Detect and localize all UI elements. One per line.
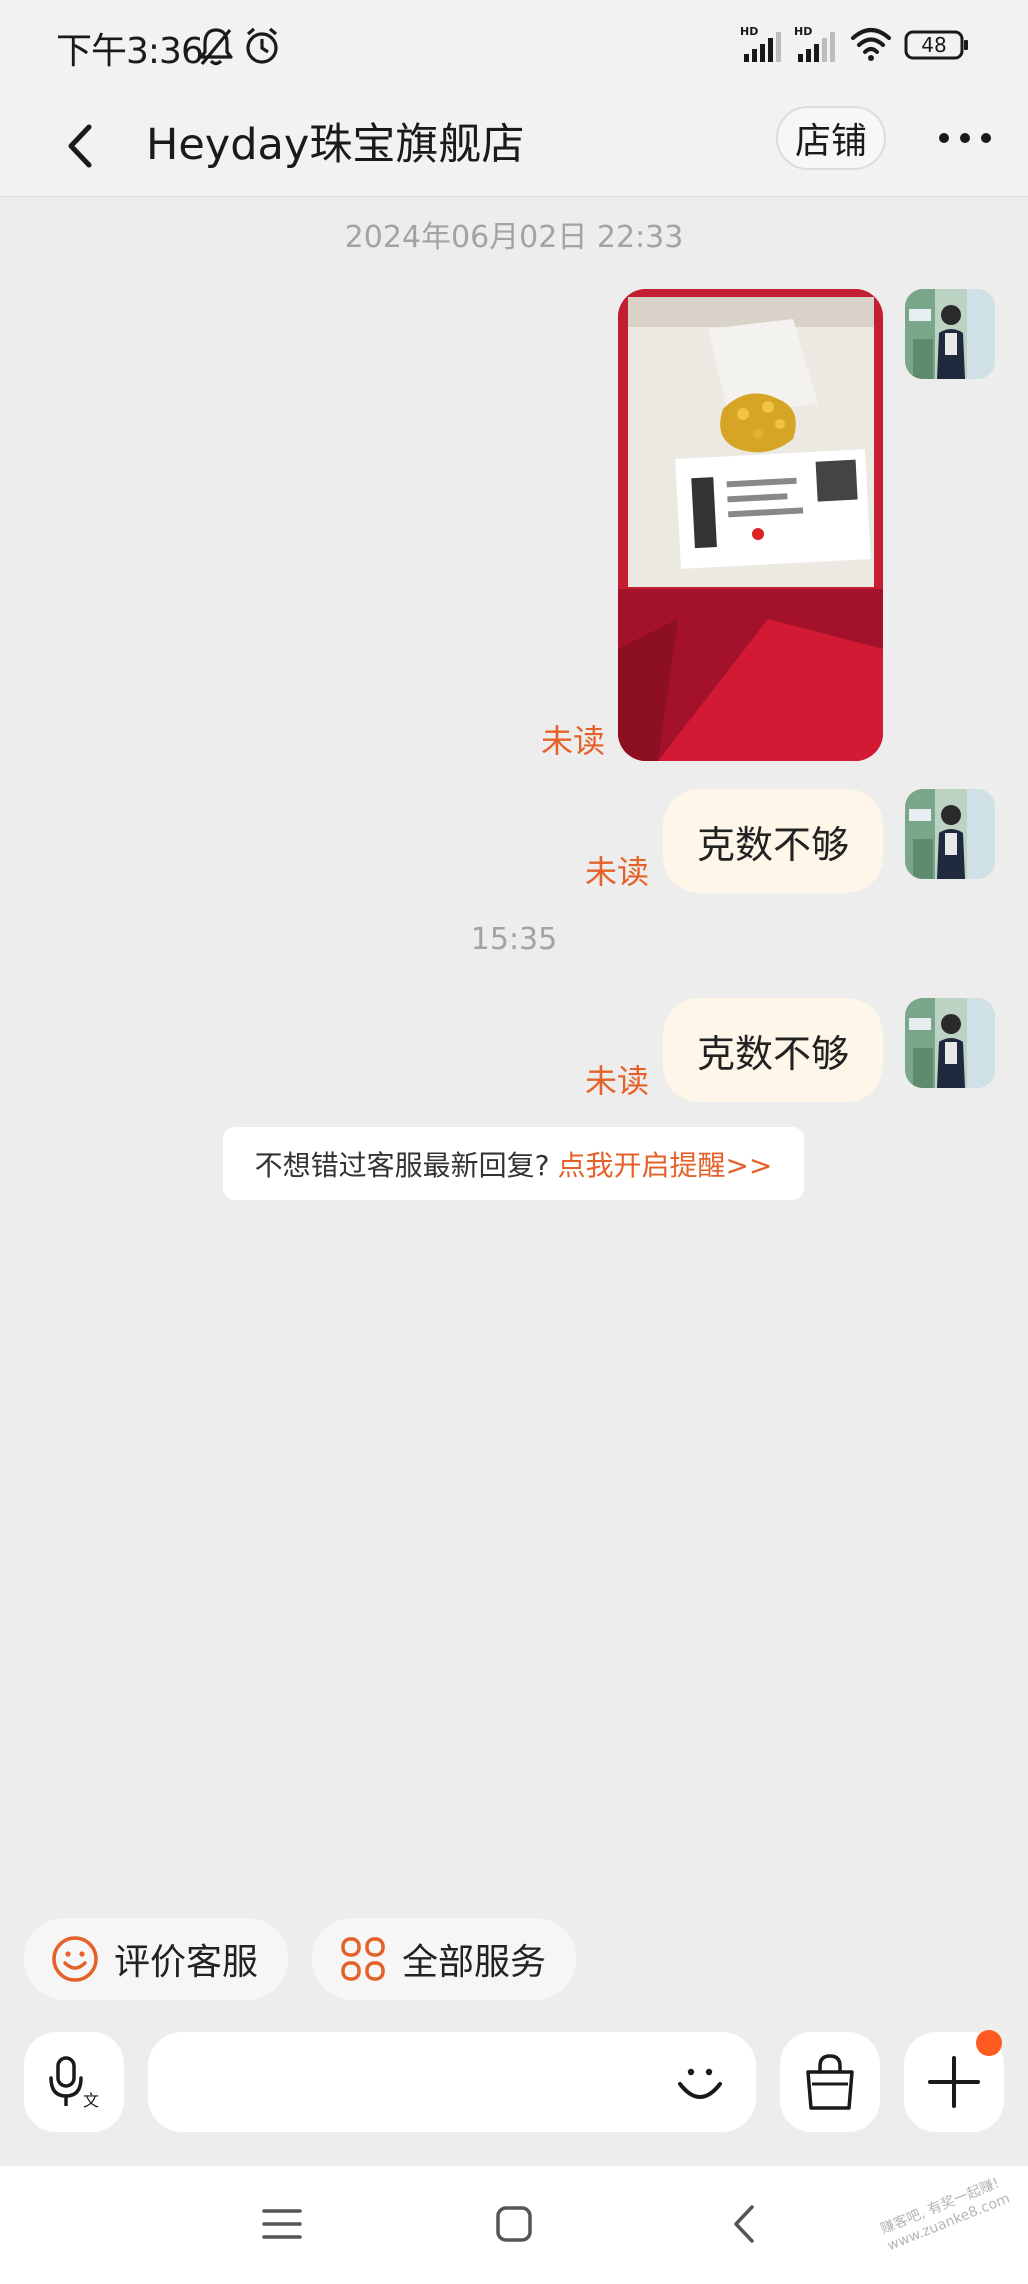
recent-apps-button[interactable] xyxy=(252,2194,312,2254)
notification-dot xyxy=(976,2030,1002,2056)
all-services-label: 全部服务 xyxy=(402,1942,547,1983)
emoji-button[interactable] xyxy=(668,2050,732,2114)
message-input[interactable] xyxy=(172,2052,652,2112)
svg-text:HD: HD xyxy=(794,25,812,38)
reminder-tip-text: 不想错过客服最新回复? xyxy=(254,1148,550,1182)
bell-off-icon xyxy=(196,24,236,72)
nav-bar: Heyday珠宝旗舰店 店铺 xyxy=(0,95,1028,197)
avatar[interactable] xyxy=(905,289,995,379)
emoji-icon xyxy=(678,2068,722,2099)
menu-icon xyxy=(262,2209,302,2239)
rate-service-label: 评价客服 xyxy=(114,1942,259,1983)
all-services-button[interactable]: 全部服务 xyxy=(312,1918,576,2000)
reminder-tip: 不想错过客服最新回复? 点我开启提醒>> xyxy=(223,1127,804,1200)
shop-button[interactable]: 店铺 xyxy=(776,106,886,170)
smile-icon xyxy=(52,1936,98,1982)
rate-service-button[interactable]: 评价客服 xyxy=(24,1918,288,2000)
hd-signal-icon: HD xyxy=(794,24,842,68)
home-square-icon xyxy=(496,2206,532,2242)
enable-reminder-link[interactable]: 点我开启提醒>> xyxy=(557,1144,772,1184)
status-bar: 下午3:36 HD HD 48 xyxy=(0,0,1028,95)
text-message[interactable]: 克数不够 xyxy=(663,998,883,1102)
svg-text:HD: HD xyxy=(740,25,758,38)
grid-services-icon xyxy=(341,1937,385,1981)
alarm-icon xyxy=(242,24,282,72)
battery-icon: 48 xyxy=(904,30,970,60)
unread-status: 未读 xyxy=(585,853,650,891)
avatar-photo xyxy=(905,289,995,379)
battery-level: 48 xyxy=(921,33,947,57)
back-button[interactable] xyxy=(52,111,108,181)
wifi-icon xyxy=(850,26,892,66)
system-nav-bar xyxy=(0,2166,1028,2284)
chevron-left-icon xyxy=(68,124,92,168)
message-input-box[interactable] xyxy=(148,2032,756,2132)
shopping-bag-button[interactable] xyxy=(780,2032,880,2132)
more-dots-icon xyxy=(939,133,991,143)
unread-status: 未读 xyxy=(541,722,606,760)
shopping-bag-icon xyxy=(806,2054,854,2110)
avatar-photo xyxy=(905,789,995,879)
home-button[interactable] xyxy=(484,2194,544,2254)
voice-translate-icon: 文 xyxy=(49,2056,99,2110)
avatar[interactable] xyxy=(905,789,995,879)
system-back-button[interactable] xyxy=(715,2194,775,2254)
image-message[interactable] xyxy=(618,289,883,761)
text-message[interactable]: 克数不够 xyxy=(663,789,883,893)
chat-timestamp: 2024年06月02日 22:33 xyxy=(344,220,684,255)
chat-timestamp: 15:35 xyxy=(470,922,558,957)
hd-signal-icon: HD xyxy=(740,24,788,68)
plus-icon xyxy=(928,2056,980,2108)
back-triangle-icon xyxy=(734,2205,754,2243)
page-title: Heyday珠宝旗舰店 xyxy=(146,120,525,170)
avatar-photo xyxy=(905,998,995,1088)
more-button[interactable] xyxy=(930,111,1000,165)
status-time: 下午3:36 xyxy=(56,31,204,72)
avatar[interactable] xyxy=(905,998,995,1088)
svg-text:文: 文 xyxy=(83,2091,99,2110)
message-photo xyxy=(618,289,883,761)
unread-status: 未读 xyxy=(585,1062,650,1100)
voice-translate-button[interactable]: 文 xyxy=(24,2032,124,2132)
